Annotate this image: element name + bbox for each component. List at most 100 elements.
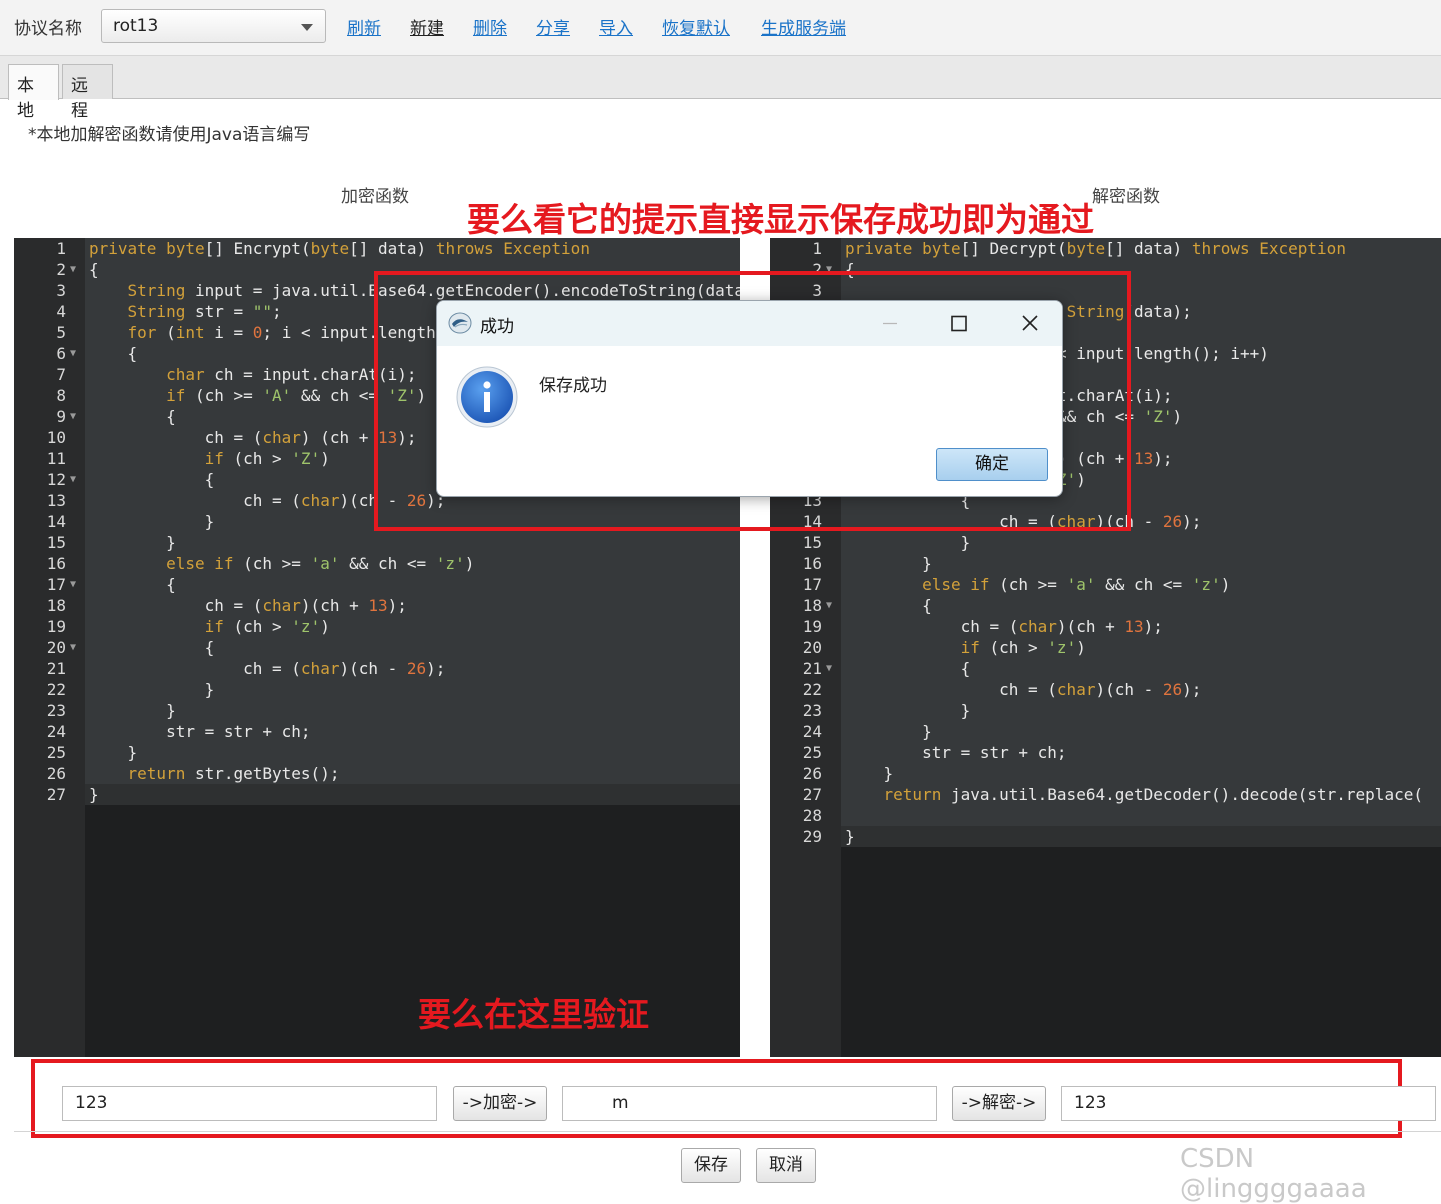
- line-number: 17: [46, 575, 66, 594]
- info-icon: [456, 366, 518, 428]
- import-link[interactable]: 导入: [599, 14, 633, 39]
- code-line: {: [845, 659, 971, 678]
- close-icon[interactable]: [1015, 311, 1045, 336]
- tab-strip: [0, 56, 1441, 99]
- line-number: 4: [56, 302, 66, 321]
- tab-remote[interactable]: 远程: [62, 64, 113, 121]
- protocol-select-value: rot13: [113, 16, 159, 36]
- decrypt-output[interactable]: 123: [1061, 1086, 1436, 1121]
- decrypt-current-line: [841, 826, 1441, 847]
- encrypt-current-line: [85, 784, 740, 805]
- maximize-icon[interactable]: [944, 311, 974, 336]
- code-line: }: [845, 701, 971, 720]
- line-number: 14: [46, 512, 66, 531]
- line-number: 3: [56, 281, 66, 300]
- line-number: 18: [46, 596, 66, 615]
- line-number: 22: [46, 680, 66, 699]
- line-number: 22: [802, 680, 822, 699]
- code-line: {: [89, 344, 138, 363]
- divider: [14, 1131, 1441, 1132]
- code-line: {: [89, 470, 215, 489]
- decrypt-button[interactable]: ->解密->: [952, 1086, 1046, 1121]
- fold-icon[interactable]: ▼: [70, 574, 76, 595]
- fold-icon[interactable]: ▼: [826, 658, 832, 679]
- line-number: 19: [802, 617, 822, 636]
- code-line: ch = (char)(ch - 26);: [845, 680, 1202, 699]
- cancel-button[interactable]: 取消: [756, 1148, 816, 1183]
- fold-icon[interactable]: ▼: [70, 259, 76, 280]
- code-line: }: [845, 764, 894, 783]
- hint-text: *本地加解密函数请使用Java语言编写: [28, 125, 311, 145]
- code-line: str = str + ch;: [89, 722, 311, 741]
- chevron-down-icon: [301, 24, 313, 31]
- line-number: 26: [802, 764, 822, 783]
- annotation-top-text: 要么看它的提示直接显示保存成功即为通过: [467, 200, 1094, 239]
- plain-input[interactable]: 123: [62, 1086, 437, 1121]
- fold-icon[interactable]: ▼: [70, 343, 76, 364]
- code-line: }: [89, 533, 176, 552]
- tab-local[interactable]: 本地: [8, 64, 59, 121]
- success-dialog: 成功 保存成功 确定: [436, 300, 1063, 497]
- code-line: {: [845, 596, 932, 615]
- line-number: 5: [56, 323, 66, 342]
- code-line: }: [89, 701, 176, 720]
- fold-icon[interactable]: ▼: [70, 637, 76, 658]
- line-number: 24: [802, 722, 822, 741]
- line-number: 25: [46, 743, 66, 762]
- line-number: 13: [46, 491, 66, 510]
- code-line: else if (ch >= 'a' && ch <= 'z'): [166, 554, 475, 573]
- cipher-output[interactable]: m: [562, 1086, 937, 1121]
- code-line: if (ch > 'z'): [204, 617, 330, 636]
- line-number: 1: [56, 239, 66, 258]
- dialog-message: 保存成功: [539, 376, 607, 396]
- dialog-title: 成功: [480, 317, 514, 337]
- line-number: 8: [56, 386, 66, 405]
- code-line: if (ch > 'z'): [960, 638, 1086, 657]
- new-link[interactable]: 新建: [410, 14, 444, 39]
- line-number: 29: [802, 827, 822, 846]
- app-icon: [448, 312, 472, 334]
- code-line: {: [89, 638, 215, 657]
- refresh-link[interactable]: 刷新: [347, 14, 381, 39]
- encrypt-button[interactable]: ->加密->: [453, 1086, 547, 1121]
- code-line: String str = "";: [127, 302, 282, 321]
- save-button[interactable]: 保存: [681, 1148, 741, 1183]
- code-line: return java.util.Base64.getDecoder().dec…: [883, 785, 1423, 804]
- line-number: 9: [56, 407, 66, 426]
- code-line: {: [89, 575, 176, 594]
- line-number: 19: [46, 617, 66, 636]
- line-number: 26: [46, 764, 66, 783]
- line-number: 12: [46, 470, 66, 489]
- code-line: }: [845, 827, 855, 846]
- code-line: }: [845, 722, 932, 741]
- fold-icon[interactable]: ▼: [70, 406, 76, 427]
- code-line: if (ch > 'Z'): [204, 449, 330, 468]
- delete-link[interactable]: 删除: [473, 14, 507, 39]
- code-line: char ch = input.charAt(i);: [166, 365, 417, 384]
- line-number: 27: [802, 785, 822, 804]
- line-number: 15: [802, 533, 822, 552]
- line-number: 16: [802, 554, 822, 573]
- code-line: }: [845, 554, 932, 573]
- code-line: ch = (char) (ch + 13);: [89, 428, 417, 447]
- code-line: }: [89, 512, 215, 531]
- line-number: 28: [802, 806, 822, 825]
- code-line: return str.getBytes();: [127, 764, 340, 783]
- code-line: ch = (char)(ch + 13);: [845, 617, 1163, 636]
- minimize-icon[interactable]: [875, 311, 905, 336]
- line-number: 27: [46, 785, 66, 804]
- fold-icon[interactable]: ▼: [70, 469, 76, 490]
- line-number: 23: [46, 701, 66, 720]
- line-number: 21: [46, 659, 66, 678]
- fold-icon[interactable]: ▼: [826, 595, 832, 616]
- line-number: 25: [802, 743, 822, 762]
- code-line: }: [845, 533, 971, 552]
- ok-button[interactable]: 确定: [936, 448, 1048, 481]
- line-number: 11: [46, 449, 66, 468]
- share-link[interactable]: 分享: [536, 14, 570, 39]
- generate-server-link[interactable]: 生成服务端: [761, 14, 846, 39]
- restore-default-link[interactable]: 恢复默认: [662, 14, 730, 39]
- line-number: 18: [802, 596, 822, 615]
- protocol-select[interactable]: rot13: [101, 9, 326, 43]
- code-line: {: [89, 260, 99, 279]
